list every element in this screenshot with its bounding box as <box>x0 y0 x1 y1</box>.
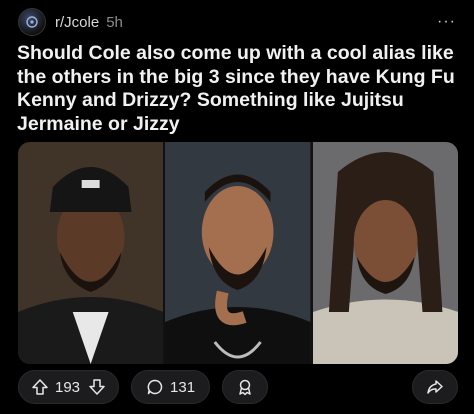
upvote-icon[interactable] <box>31 378 49 396</box>
more-options-button[interactable]: ··· <box>437 13 456 31</box>
comments-button[interactable]: 131 <box>131 370 211 404</box>
share-icon <box>426 378 444 396</box>
post-header: r/Jcole 5h ··· <box>18 8 456 36</box>
upvote-count: 193 <box>55 378 81 396</box>
photo-right <box>312 142 458 364</box>
post-image[interactable] <box>18 142 458 364</box>
post-title[interactable]: Should Cole also come up with a cool ali… <box>17 42 457 136</box>
share-button[interactable] <box>412 370 458 404</box>
comment-icon <box>146 378 164 396</box>
comment-count: 131 <box>170 378 196 396</box>
post-time: 5h <box>106 13 123 31</box>
vote-control: 193 <box>18 370 120 404</box>
award-icon <box>236 378 254 396</box>
subreddit-avatar-icon[interactable] <box>18 8 46 36</box>
photo-center <box>165 142 311 364</box>
subreddit-name[interactable]: r/Jcole <box>55 14 99 31</box>
award-button[interactable] <box>222 370 269 404</box>
photo-left <box>18 142 164 364</box>
post-actions: 193 131 <box>18 370 458 404</box>
downvote-icon[interactable] <box>88 378 106 396</box>
